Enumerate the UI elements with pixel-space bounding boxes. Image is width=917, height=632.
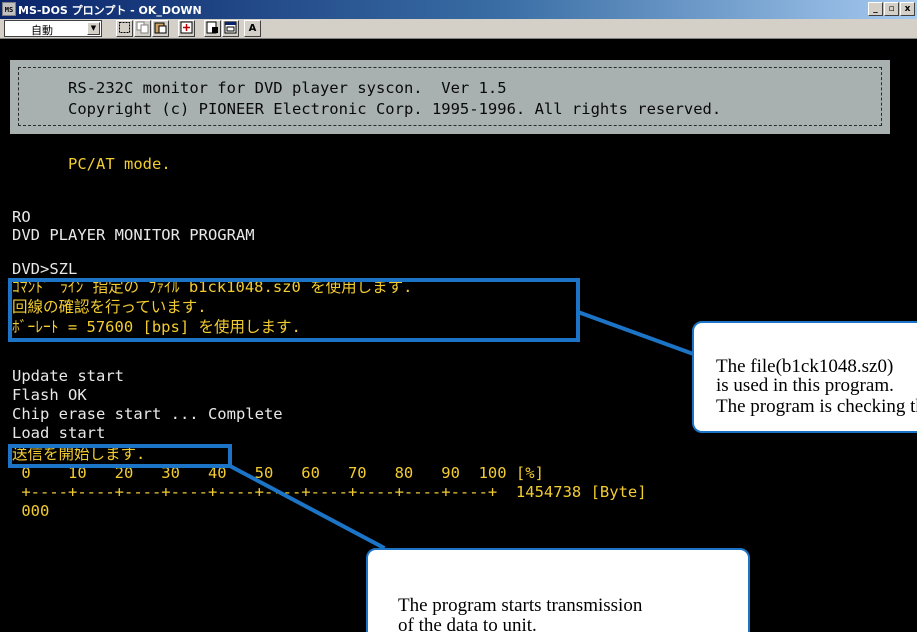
console-line: RO	[12, 208, 31, 226]
close-button[interactable]: x	[900, 2, 915, 16]
paste-icon[interactable]	[152, 20, 169, 37]
minimize-button[interactable]: _	[868, 2, 883, 16]
font-icon[interactable]: A	[244, 20, 261, 37]
toolbar: 自動 ▼ A	[0, 19, 917, 39]
properties-icon[interactable]	[204, 20, 221, 37]
command-prompt: DVD>SZL	[12, 260, 78, 278]
mode-line: PC/AT mode.	[68, 155, 171, 173]
banner-title-line: RS-232C monitor for DVD player syscon. V…	[68, 79, 507, 97]
msdos-app-icon[interactable]: MS	[2, 2, 16, 16]
callout-file-check-line1: The file(b1ck1048.sz0)	[716, 356, 894, 377]
program-banner: RS-232C monitor for DVD player syscon. V…	[10, 60, 890, 134]
progress-value: 000	[12, 502, 50, 520]
callout-transmission-line2: of the data to unit.	[398, 615, 537, 632]
font-size-select-value: 自動	[31, 24, 53, 37]
font-icon-label: A	[248, 23, 257, 34]
chevron-down-icon[interactable]: ▼	[87, 22, 100, 35]
font-size-select[interactable]: 自動 ▼	[4, 20, 102, 37]
console-line: Update start	[12, 367, 124, 385]
banner-copyright-line: Copyright (c) PIONEER Electronic Corp. 1…	[68, 100, 722, 118]
callout-file-check-line3: The program is checking the line.	[716, 396, 917, 417]
callout-leader-right	[577, 310, 703, 360]
transmit-highlight	[8, 444, 232, 468]
console-window[interactable]: RS-232C monitor for DVD player syscon. V…	[0, 39, 917, 632]
background-icon[interactable]	[222, 20, 239, 37]
callout-file-check-line2: is used in this program.	[716, 375, 894, 396]
callout-transmission-line1: The program starts transmission	[398, 595, 643, 616]
fullscreen-icon[interactable]	[178, 20, 195, 37]
progress-bar: +----+----+----+----+----+----+----+----…	[12, 483, 647, 501]
maximize-button[interactable]: ▫	[884, 2, 899, 16]
mark-icon[interactable]	[116, 20, 133, 37]
window-title: MS-DOS プロンプト - OK_DOWN	[18, 4, 202, 17]
console-line: DVD PLAYER MONITOR PROGRAM	[12, 226, 255, 244]
console-line: Chip erase start ... Complete	[12, 405, 283, 423]
file-check-highlight	[8, 278, 580, 342]
callout-transmission: The program starts transmission of the d…	[366, 548, 750, 632]
callout-file-check: The file(b1ck1048.sz0) is used in this p…	[692, 321, 917, 433]
console-line: Flash OK	[12, 386, 87, 404]
console-line: Load start	[12, 424, 106, 442]
title-bar: MS MS-DOS プロンプト - OK_DOWN _ ▫ x	[0, 0, 917, 19]
copy-icon[interactable]	[134, 20, 151, 37]
